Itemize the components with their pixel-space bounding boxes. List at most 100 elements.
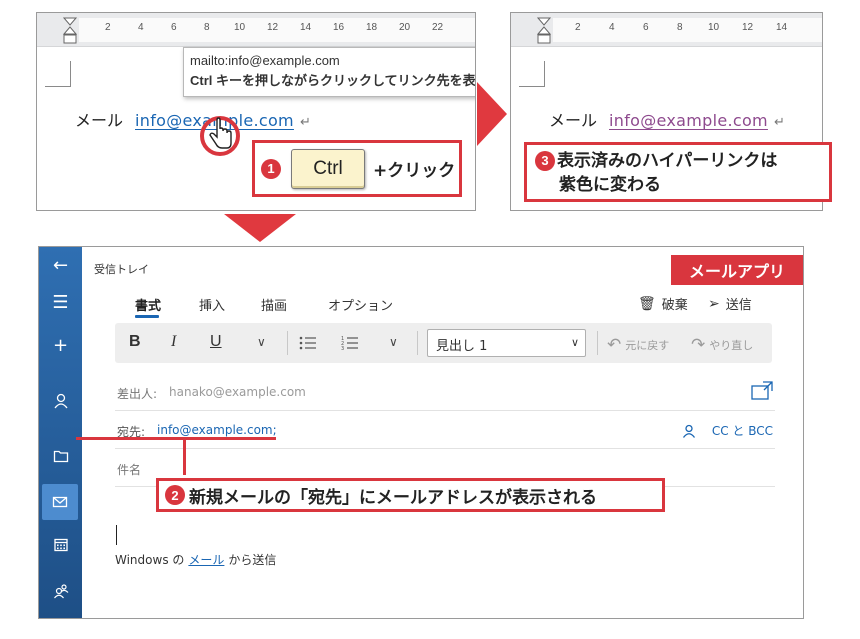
indent-marker-icon[interactable] xyxy=(537,17,551,45)
ctrl-key: Ctrl xyxy=(291,148,365,189)
bullet-list-icon[interactable] xyxy=(299,335,317,351)
discard-label: 破棄 xyxy=(661,298,688,313)
undo-icon: ↶ xyxy=(607,335,622,355)
format-toolbar: B I U ∨ 123 ∨ 見出し 1 ∨ ↶ 元に戻す ↷ やり直し xyxy=(115,323,772,363)
bold-button[interactable]: B xyxy=(129,333,141,351)
indent-marker-icon[interactable] xyxy=(63,17,77,45)
text-caret xyxy=(116,525,117,545)
tab-format[interactable]: 書式 xyxy=(135,295,161,314)
numbered-list-icon[interactable]: 123 xyxy=(341,335,359,351)
undo-label: 元に戻す xyxy=(625,339,670,352)
page-margin-mark xyxy=(519,61,545,87)
paragraph-mark: ↵ xyxy=(299,115,311,130)
tab-options[interactable]: オプション xyxy=(328,295,393,314)
mail-label: メール xyxy=(549,111,598,130)
tooltip-url: mailto:info@example.com xyxy=(190,53,340,68)
cc-bcc-button[interactable]: CC と BCC xyxy=(682,422,773,439)
trash-icon: 🗑 xyxy=(638,295,656,312)
chevron-down-icon[interactable]: ∨ xyxy=(257,335,266,349)
ruler-tick: 8 xyxy=(204,22,210,33)
paragraph-mark: ↵ xyxy=(773,115,785,130)
ruler[interactable]: 2 4 6 8 10 12 14 16 18 20 22 xyxy=(37,13,475,47)
step-number: 1 xyxy=(261,158,281,179)
ruler-tick: 8 xyxy=(677,22,683,33)
ruler-tick: 4 xyxy=(138,22,144,33)
active-tab-indicator xyxy=(135,315,159,318)
underline-button[interactable]: U xyxy=(210,333,222,351)
ruler-tick: 14 xyxy=(776,22,788,33)
signature-suffix: から送信 xyxy=(228,553,277,567)
to-recipient[interactable]: info@example.com; xyxy=(157,423,277,437)
toolbar-separator xyxy=(417,331,418,355)
back-arrow-icon[interactable]: ← xyxy=(39,247,82,283)
arrow-down-icon xyxy=(224,214,296,242)
ruler-tick: 14 xyxy=(300,22,312,33)
arrow-right-icon xyxy=(477,82,507,146)
popout-window-icon[interactable] xyxy=(751,381,773,401)
folder-icon[interactable] xyxy=(39,438,82,474)
step3-callout: 3 表示済みのハイパーリンクは 紫色に変わる xyxy=(524,142,832,202)
redo-icon: ↷ xyxy=(691,335,706,355)
signature-mail-link[interactable]: メール xyxy=(188,553,224,567)
cc-bcc-label: CC と BCC xyxy=(711,424,773,438)
ruler-tick: 12 xyxy=(742,22,754,33)
mail-sidebar: ← ☰ + xyxy=(39,247,82,618)
to-field[interactable]: 宛先: info@example.com; CC と BCC xyxy=(115,413,775,449)
contact-person-icon[interactable] xyxy=(682,424,696,438)
italic-button[interactable]: I xyxy=(171,333,176,351)
to-field-highlight xyxy=(76,437,276,440)
mail-envelope-icon[interactable] xyxy=(42,484,78,520)
from-value: hanako@example.com xyxy=(169,385,306,399)
ruler-tick: 4 xyxy=(609,22,615,33)
document-line: メール info@example.com ↵ xyxy=(549,107,785,131)
signature-prefix: Windows の xyxy=(115,553,185,567)
callout3-line2: 紫色に変わる xyxy=(559,175,661,195)
ruler-tick: 2 xyxy=(105,22,111,33)
send-label: 送信 xyxy=(725,298,752,313)
ruler-tick: 10 xyxy=(234,22,246,33)
toolbar-separator xyxy=(597,331,598,355)
callout3-line1: 表示済みのハイパーリンクは xyxy=(557,151,778,171)
ruler-tick: 20 xyxy=(399,22,411,33)
callout-connector xyxy=(183,439,186,475)
toolbar-separator xyxy=(287,331,288,355)
from-label: 差出人: xyxy=(117,387,158,401)
undo-button[interactable]: ↶ 元に戻す xyxy=(607,335,669,355)
ruler-tick: 6 xyxy=(643,22,649,33)
callout2-text: 新規メールの「宛先」にメールアドレスが表示される xyxy=(189,487,597,508)
send-button[interactable]: ➢ 送信 xyxy=(708,294,752,314)
hyperlink-tooltip: mailto:info@example.com Ctrl キーを押しながらクリッ… xyxy=(183,47,476,97)
ruler-tick: 16 xyxy=(333,22,345,33)
tab-draw[interactable]: 描画 xyxy=(261,295,287,314)
mail-app-window: ← ☰ + 受信トレイ メールアプリ 書式 挿入 描画 オプション 🗑 破棄 ➢ 送… xyxy=(38,246,804,619)
document-line: メール info@example.com ↵ xyxy=(75,107,311,131)
account-person-icon[interactable] xyxy=(39,383,82,419)
ruler-tick: 10 xyxy=(708,22,720,33)
send-icon: ➢ xyxy=(708,295,720,312)
calendar-icon[interactable] xyxy=(39,527,82,563)
heading-style-select[interactable]: 見出し 1 ∨ xyxy=(427,329,586,357)
step-number: 3 xyxy=(535,151,555,171)
new-mail-plus-icon[interactable]: + xyxy=(39,327,82,363)
hand-cursor-icon xyxy=(200,116,240,156)
people-icon[interactable] xyxy=(39,573,82,609)
ruler-tick: 12 xyxy=(267,22,279,33)
redo-button[interactable]: ↷ やり直し xyxy=(691,335,753,355)
tab-insert[interactable]: 挿入 xyxy=(199,295,225,314)
visited-hyperlink[interactable]: info@example.com xyxy=(609,111,768,130)
tooltip-hint: Ctrl キーを押しながらクリックしてリンク先を表示 xyxy=(190,73,476,88)
discard-button[interactable]: 🗑 破棄 xyxy=(638,294,688,314)
chevron-down-icon[interactable]: ∨ xyxy=(389,335,398,349)
step-number: 2 xyxy=(165,485,185,505)
hamburger-menu-icon[interactable]: ☰ xyxy=(39,284,82,320)
mail-signature: Windows のメール から送信 xyxy=(115,551,276,568)
from-field[interactable]: 差出人: hanako@example.com xyxy=(115,375,775,411)
ruler-tick: 6 xyxy=(171,22,177,33)
heading-style-value: 見出し 1 xyxy=(436,339,488,354)
svg-text:3: 3 xyxy=(341,346,344,351)
step2-callout: 2 新規メールの「宛先」にメールアドレスが表示される xyxy=(156,478,665,512)
ruler[interactable]: 2 4 6 8 10 12 14 xyxy=(511,13,822,47)
plus-click-text: +クリック xyxy=(373,161,456,181)
mail-label: メール xyxy=(75,111,124,130)
page-margin-mark xyxy=(45,61,71,87)
